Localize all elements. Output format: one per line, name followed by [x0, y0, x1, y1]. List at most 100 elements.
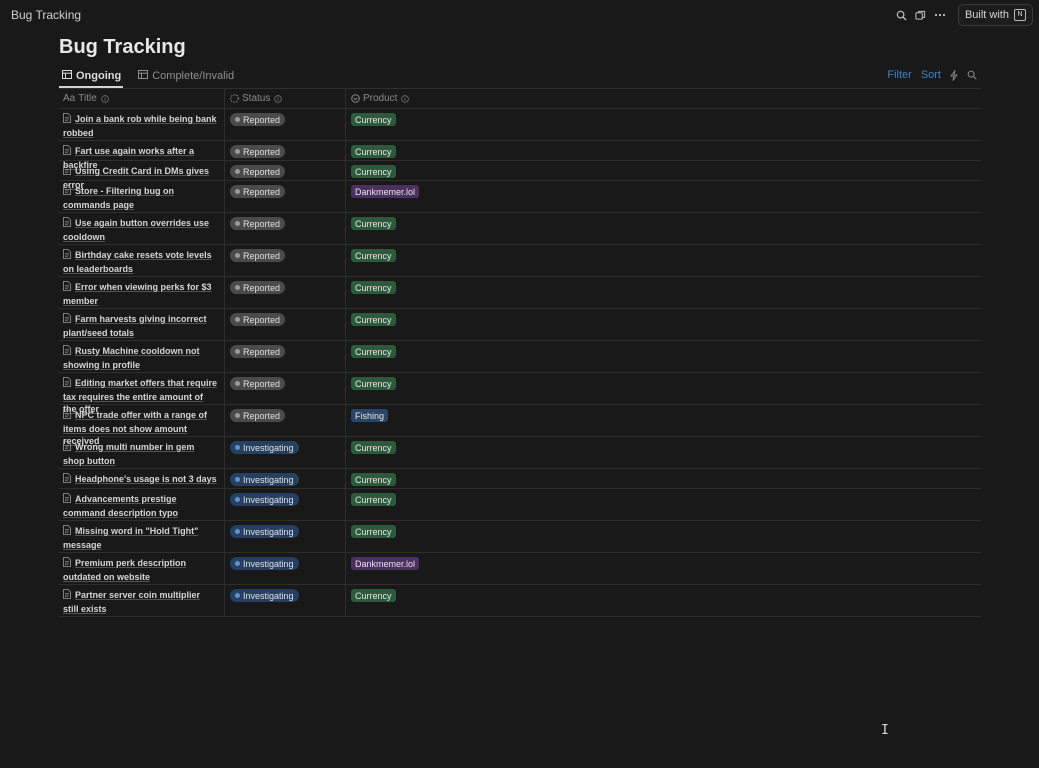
row-title-cell[interactable]: Fart use again works after a backfire: [59, 141, 225, 170]
table-row[interactable]: Missing word in "Hold Tight" message Inve…: [59, 521, 981, 553]
row-status-cell[interactable]: Investigating: [225, 521, 346, 552]
row-title-cell[interactable]: Join a bank rob while being bank robbed: [59, 109, 225, 140]
row-product-cell[interactable]: Currency: [346, 585, 981, 616]
row-title-cell[interactable]: NPC trade offer with a range of items do…: [59, 405, 225, 446]
search-icon[interactable]: [893, 6, 911, 24]
row-product-cell[interactable]: Fishing: [346, 405, 981, 436]
row-title-cell[interactable]: Store - Filtering bug on commands page: [59, 181, 225, 212]
table-row[interactable]: Birthday cake resets vote levels on lead…: [59, 245, 981, 277]
row-title-cell[interactable]: Farm harvests giving incorrect plant/see…: [59, 309, 225, 340]
row-title-cell[interactable]: Using Credit Card in DMs gives error: [59, 161, 225, 190]
duplicate-icon[interactable]: [912, 6, 930, 24]
row-product-cell[interactable]: Currency: [346, 341, 981, 372]
row-title[interactable]: Premium perk description outdated on web…: [63, 558, 186, 582]
row-product-cell[interactable]: Currency: [346, 245, 981, 276]
lightning-icon[interactable]: [950, 69, 958, 81]
sort-button[interactable]: Sort: [921, 69, 941, 81]
status-dot-icon: [235, 149, 240, 154]
row-title[interactable]: Birthday cake resets vote levels on lead…: [63, 250, 212, 274]
built-with-button[interactable]: Built with N: [957, 4, 1033, 26]
row-product-cell[interactable]: Currency: [346, 109, 981, 140]
row-product-cell[interactable]: Currency: [346, 373, 981, 404]
row-title[interactable]: Wrong multi number in gem shop button: [63, 442, 194, 466]
tab-complete-invalid[interactable]: Complete/Invalid: [135, 66, 236, 86]
row-title-cell[interactable]: Wrong multi number in gem shop button: [59, 437, 225, 468]
row-title-cell[interactable]: Use again button overrides use cooldown: [59, 213, 225, 244]
table-row[interactable]: Editing market offers that require tax r…: [59, 373, 981, 414]
row-status-cell[interactable]: Investigating: [225, 489, 346, 520]
row-title-cell[interactable]: Partner server coin multiplier still exi…: [59, 585, 225, 616]
row-product-cell[interactable]: Currency: [346, 141, 981, 160]
row-title-cell[interactable]: Rusty Machine cooldown not showing in pr…: [59, 341, 225, 372]
row-status-cell[interactable]: Reported: [225, 213, 346, 244]
search-icon[interactable]: [967, 70, 977, 80]
row-product-cell[interactable]: Dankmemer.lol: [346, 181, 981, 212]
table-header: Aa Title Status Product: [59, 89, 981, 109]
row-title[interactable]: Store - Filtering bug on commands page: [63, 186, 174, 210]
tab-ongoing[interactable]: Ongoing: [59, 66, 124, 88]
row-title[interactable]: Partner server coin multiplier still exi…: [63, 590, 200, 614]
column-header-status[interactable]: Status: [225, 89, 346, 108]
row-product-cell[interactable]: Currency: [346, 489, 981, 520]
row-status-cell[interactable]: Reported: [225, 277, 346, 308]
table-row[interactable]: Wrong multi number in gem shop button Inv…: [59, 437, 981, 469]
table-row[interactable]: NPC trade offer with a range of items do…: [59, 405, 981, 446]
row-title[interactable]: Headphone's usage is not 3 days: [75, 474, 217, 484]
row-product-cell[interactable]: Currency: [346, 521, 981, 552]
table-row[interactable]: Store - Filtering bug on commands page Re…: [59, 181, 981, 213]
row-status-cell[interactable]: Reported: [225, 141, 346, 160]
row-status-cell[interactable]: Investigating: [225, 553, 346, 584]
table-row[interactable]: Use again button overrides use cooldown R…: [59, 213, 981, 245]
table-row[interactable]: Farm harvests giving incorrect plant/see…: [59, 309, 981, 341]
product-tag: Currency: [351, 345, 396, 358]
row-status-cell[interactable]: Investigating: [225, 437, 346, 468]
row-status-cell[interactable]: Reported: [225, 109, 346, 140]
table-row[interactable]: Premium perk description outdated on web…: [59, 553, 981, 585]
row-title-cell[interactable]: Error when viewing perks for $3 member: [59, 277, 225, 308]
row-title-cell[interactable]: Advancements prestige command descriptio…: [59, 489, 225, 520]
table-row[interactable]: Advancements prestige command descriptio…: [59, 489, 981, 521]
row-title[interactable]: Missing word in "Hold Tight" message: [63, 526, 198, 550]
row-product-cell[interactable]: Currency: [346, 277, 981, 308]
row-status-cell[interactable]: Reported: [225, 309, 346, 340]
row-product-cell[interactable]: Currency: [346, 437, 981, 468]
row-status-cell[interactable]: Reported: [225, 341, 346, 372]
table-row[interactable]: Partner server coin multiplier still exi…: [59, 585, 981, 617]
row-status-cell[interactable]: Investigating: [225, 585, 346, 616]
row-title[interactable]: Farm harvests giving incorrect plant/see…: [63, 314, 207, 338]
row-title[interactable]: Error when viewing perks for $3 member: [63, 282, 212, 306]
row-product-cell[interactable]: Currency: [346, 309, 981, 340]
row-product-cell[interactable]: Currency: [346, 213, 981, 244]
table-row[interactable]: Using Credit Card in DMs gives error Repo…: [59, 161, 981, 190]
row-title-cell[interactable]: Missing word in "Hold Tight" message: [59, 521, 225, 552]
row-product-cell[interactable]: Currency: [346, 161, 981, 180]
row-product-cell[interactable]: Dankmemer.lol: [346, 553, 981, 584]
filter-button[interactable]: Filter: [887, 69, 911, 81]
table-row[interactable]: Fart use again works after a backfire Rep…: [59, 141, 981, 170]
row-title[interactable]: Join a bank rob while being bank robbed: [63, 114, 217, 138]
table-row[interactable]: Error when viewing perks for $3 member Re…: [59, 277, 981, 309]
row-status-cell[interactable]: Reported: [225, 161, 346, 180]
row-title-cell[interactable]: Premium perk description outdated on web…: [59, 553, 225, 584]
row-status-cell[interactable]: Reported: [225, 181, 346, 212]
row-title[interactable]: Rusty Machine cooldown not showing in pr…: [63, 346, 200, 370]
column-header-title[interactable]: Aa Title: [59, 89, 225, 108]
view-tabs: Ongoing Complete/Invalid: [59, 66, 236, 88]
row-product-cell[interactable]: Currency: [346, 469, 981, 488]
row-title[interactable]: Use again button overrides use cooldown: [63, 218, 209, 242]
row-title[interactable]: Advancements prestige command descriptio…: [63, 494, 178, 518]
more-icon[interactable]: [931, 6, 949, 24]
product-tag: Currency: [351, 165, 396, 178]
row-title-cell[interactable]: Birthday cake resets vote levels on lead…: [59, 245, 225, 276]
row-status-cell[interactable]: Reported: [225, 373, 346, 404]
row-status-cell[interactable]: Investigating: [225, 469, 346, 488]
row-status-cell[interactable]: Reported: [225, 245, 346, 276]
table-row[interactable]: Rusty Machine cooldown not showing in pr…: [59, 341, 981, 373]
table-row[interactable]: Join a bank rob while being bank robbed R…: [59, 109, 981, 141]
row-title-cell[interactable]: Headphone's usage is not 3 days: [59, 469, 225, 488]
column-header-product[interactable]: Product: [346, 89, 981, 108]
text-cursor-icon: I: [881, 723, 889, 738]
table-row[interactable]: Headphone's usage is not 3 days Investiga…: [59, 469, 981, 489]
row-status-cell[interactable]: Reported: [225, 405, 346, 436]
row-title-cell[interactable]: Editing market offers that require tax r…: [59, 373, 225, 414]
